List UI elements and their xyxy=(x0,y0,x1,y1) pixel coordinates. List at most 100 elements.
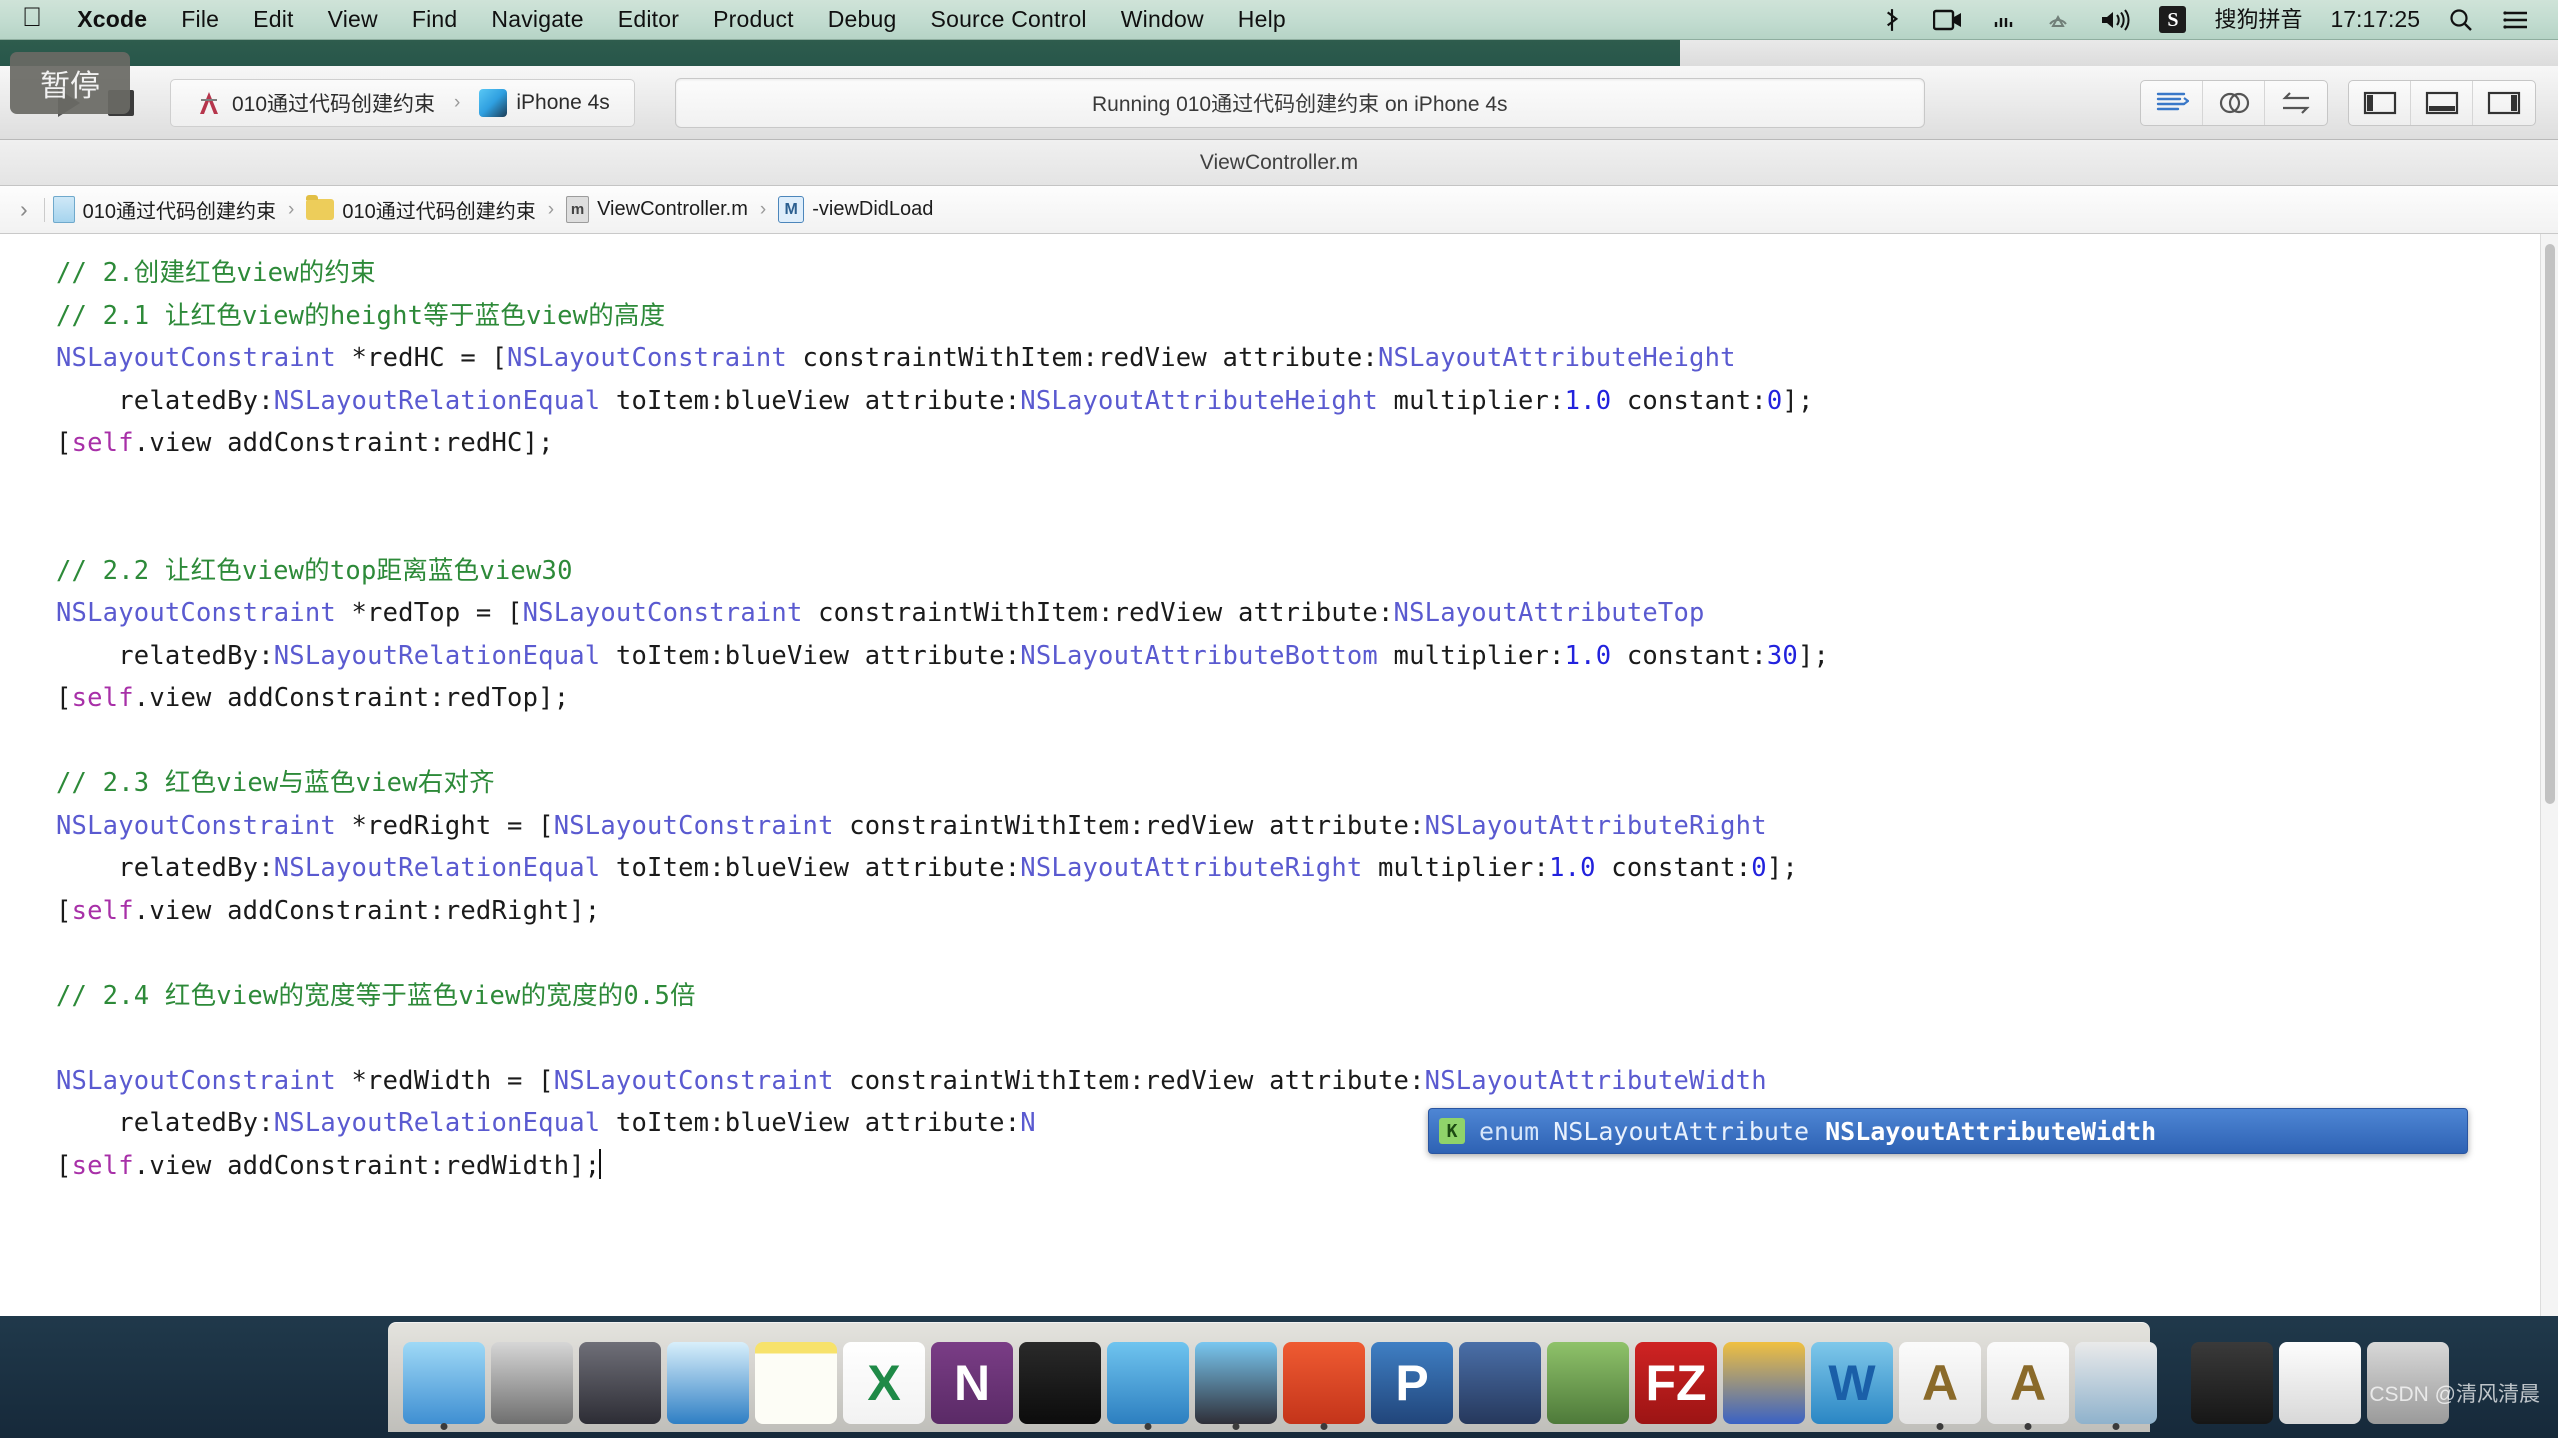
breadcrumb-method-label: -viewDidLoad xyxy=(812,198,933,221)
code-line[interactable]: // 2.2 让红色view的top距离蓝色view30 xyxy=(56,550,2558,593)
simulator-dock-icon[interactable] xyxy=(1195,1332,1277,1424)
breadcrumb-group[interactable]: 010通过代码创建约束 xyxy=(302,195,539,224)
volume-icon[interactable] xyxy=(2085,8,2145,32)
code-line[interactable]: relatedBy:NSLayoutRelationEqual toItem:b… xyxy=(56,380,2558,423)
jump-bar: › 010通过代码创建约束 › 010通过代码创建约束 › m ViewCont… xyxy=(0,186,2558,234)
scheme-name: 010通过代码创建约束 xyxy=(232,88,435,118)
toggle-debug-area-icon[interactable] xyxy=(2411,81,2473,125)
breadcrumb-project[interactable]: 010通过代码创建约束 xyxy=(49,195,280,224)
code-line[interactable]: relatedBy:NSLayoutRelationEqual toItem:b… xyxy=(56,635,2558,678)
system-preferences-dock-icon[interactable] xyxy=(491,1332,573,1424)
dock-running-indicator xyxy=(2025,1423,2032,1430)
breadcrumb-group-label: 010通过代码创建约束 xyxy=(342,195,535,224)
dock-area: XNPFZWAA xyxy=(0,1316,2558,1438)
code-line[interactable]: // 2.1 让红色view的height等于蓝色view的高度 xyxy=(56,295,2558,338)
code-line[interactable] xyxy=(56,932,2558,975)
autocomplete-type: NSLayoutAttribute xyxy=(1553,1117,1809,1146)
scheme-target[interactable]: 010通过代码创建约束 xyxy=(185,88,445,118)
code-line[interactable] xyxy=(56,465,2558,508)
scheme-destination[interactable]: iPhone 4s xyxy=(469,89,619,117)
screenshot-tool-dock-icon[interactable] xyxy=(2075,1332,2157,1424)
bluetooth-icon[interactable] xyxy=(1865,7,1919,33)
terminal-dock-icon[interactable] xyxy=(1019,1332,1101,1424)
launchpad-dock-icon[interactable] xyxy=(579,1332,661,1424)
menu-item-editor[interactable]: Editor xyxy=(601,6,696,33)
onenote-dock-icon[interactable]: N xyxy=(931,1332,1013,1424)
video-player-dock-icon[interactable] xyxy=(1459,1332,1541,1424)
safari-dock-icon[interactable] xyxy=(667,1332,749,1424)
word-dock-icon[interactable]: W xyxy=(1811,1332,1893,1424)
notes-dock-icon[interactable] xyxy=(755,1332,837,1424)
code-line[interactable] xyxy=(56,507,2558,550)
editor-vertical-scrollbar[interactable] xyxy=(2540,234,2558,1316)
pycharm-dock-icon-glyph xyxy=(1283,1342,1365,1424)
screen-record-icon[interactable] xyxy=(1919,8,1977,32)
standard-editor-icon[interactable] xyxy=(2141,81,2203,125)
code-line[interactable]: NSLayoutConstraint *redWidth = [NSLayout… xyxy=(56,1060,2558,1103)
airplay-icon[interactable] xyxy=(2031,8,2085,32)
scrollbar-thumb[interactable] xyxy=(2545,244,2555,804)
documents-stack-icon[interactable] xyxy=(2279,1332,2361,1424)
code-line[interactable]: // 2.4 红色view的宽度等于蓝色view的宽度的0.5倍 xyxy=(56,975,2558,1018)
appstore-a-dock-icon[interactable]: A xyxy=(1899,1332,1981,1424)
screen:  Xcode File Edit View Find Navigate Edi… xyxy=(0,0,2558,1438)
menu-item-product[interactable]: Product xyxy=(696,6,811,33)
autocomplete-popup[interactable]: K enum NSLayoutAttribute NSLayoutAttribu… xyxy=(1428,1108,2468,1154)
dock-running-indicator xyxy=(1937,1423,1944,1430)
code-line[interactable]: NSLayoutConstraint *redTop = [NSLayoutCo… xyxy=(56,592,2558,635)
acrobat-dock-icon[interactable]: P xyxy=(1371,1332,1453,1424)
code-line[interactable]: [self.view addConstraint:redHC]; xyxy=(56,422,2558,465)
menu-item-xcode[interactable]: Xcode xyxy=(60,6,164,33)
menu-clock[interactable]: 17:17:25 xyxy=(2316,6,2434,33)
menu-item-edit[interactable]: Edit xyxy=(236,6,310,33)
menu-item-debug[interactable]: Debug xyxy=(811,6,914,33)
dock-running-indicator xyxy=(441,1423,448,1430)
appstore-a2-dock-icon[interactable]: A xyxy=(1987,1332,2069,1424)
code-line[interactable]: NSLayoutConstraint *redHC = [NSLayoutCon… xyxy=(56,337,2558,380)
code-line[interactable] xyxy=(56,1017,2558,1060)
menu-item-view[interactable]: View xyxy=(311,6,395,33)
input-method-badge[interactable]: S xyxy=(2145,6,2200,33)
back-chevron-icon[interactable]: › xyxy=(8,196,40,223)
activity-text: Running 010通过代码创建约束 on iPhone 4s xyxy=(1092,88,1508,118)
scheme-selector[interactable]: 010通过代码创建约束 › iPhone 4s xyxy=(170,79,635,127)
code-line[interactable]: [self.view addConstraint:redTop]; xyxy=(56,677,2558,720)
menu-item-source-control[interactable]: Source Control xyxy=(914,6,1104,33)
sketch-dock-icon[interactable] xyxy=(1723,1332,1805,1424)
menu-item-file[interactable]: File xyxy=(164,6,236,33)
breadcrumb-file[interactable]: m ViewController.m xyxy=(562,196,752,223)
version-editor-icon[interactable] xyxy=(2265,81,2327,125)
code-line[interactable]: // 2.3 红色view与蓝色view右对齐 xyxy=(56,762,2558,805)
xcode-dock-icon[interactable] xyxy=(1107,1332,1189,1424)
sogou-badge-letter: S xyxy=(2159,6,2186,33)
apple-logo-icon[interactable]:  xyxy=(22,4,42,31)
breadcrumb-file-label: ViewController.m xyxy=(597,198,748,221)
filezilla-dock-icon[interactable]: FZ xyxy=(1635,1332,1717,1424)
breadcrumb-method[interactable]: M -viewDidLoad xyxy=(774,196,937,223)
code-line[interactable]: [self.view addConstraint:redRight]; xyxy=(56,890,2558,933)
excel-dock-icon[interactable]: X xyxy=(843,1332,925,1424)
code-line[interactable]: // 2.创建红色view的约束 xyxy=(56,252,2558,295)
code-line[interactable]: relatedBy:NSLayoutRelationEqual toItem:b… xyxy=(56,847,2558,890)
finder-dock-icon[interactable] xyxy=(403,1332,485,1424)
code-line[interactable] xyxy=(56,720,2558,763)
menu-item-navigate[interactable]: Navigate xyxy=(474,6,600,33)
archive-utility-dock-icon[interactable] xyxy=(1547,1332,1629,1424)
menu-item-find[interactable]: Find xyxy=(395,6,475,33)
toggle-utilities-icon[interactable] xyxy=(2473,81,2535,125)
wifi-signal-icon[interactable] xyxy=(1977,8,2031,32)
editor-mode-segment xyxy=(2140,80,2328,126)
code-text[interactable]: // 2.创建红色view的约束// 2.1 让红色view的height等于蓝… xyxy=(0,234,2558,1187)
search-icon[interactable] xyxy=(2434,7,2488,33)
notification-center-icon[interactable] xyxy=(2488,8,2544,32)
assistant-editor-icon[interactable] xyxy=(2203,81,2265,125)
scheme-device: iPhone 4s xyxy=(516,91,609,115)
toggle-navigator-icon[interactable] xyxy=(2349,81,2411,125)
menu-item-help[interactable]: Help xyxy=(1221,6,1303,33)
code-line[interactable]: NSLayoutConstraint *redRight = [NSLayout… xyxy=(56,805,2558,848)
input-method-label[interactable]: 搜狗拼音 xyxy=(2200,9,2316,31)
menu-item-window[interactable]: Window xyxy=(1104,6,1221,33)
downloads-stack-icon[interactable] xyxy=(2191,1332,2273,1424)
project-file-icon xyxy=(53,196,75,223)
pycharm-dock-icon[interactable] xyxy=(1283,1332,1365,1424)
